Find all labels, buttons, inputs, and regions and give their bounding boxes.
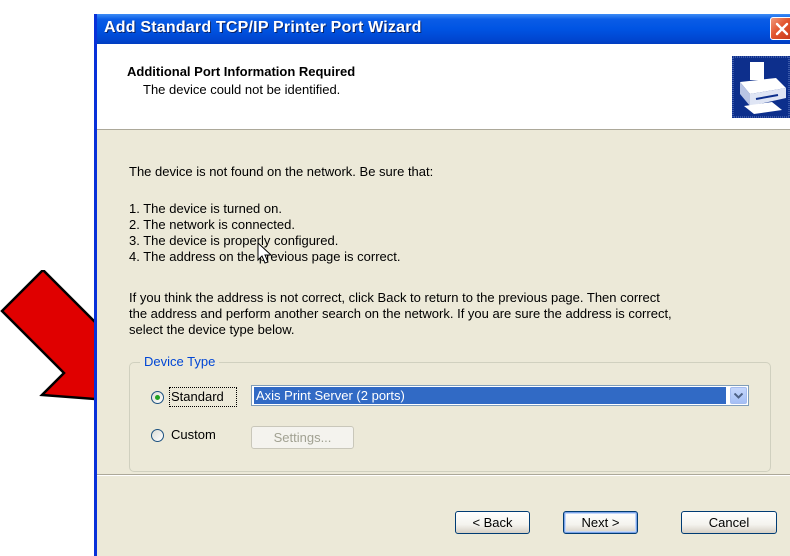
custom-radio[interactable] — [151, 429, 164, 442]
device-type-select[interactable]: Axis Print Server (2 ports) — [251, 385, 749, 406]
window-title: Add Standard TCP/IP Printer Port Wizard — [104, 19, 422, 36]
device-type-legend: Device Type — [140, 354, 220, 369]
radio-selected-dot — [155, 395, 160, 400]
close-icon — [775, 22, 789, 36]
back-button[interactable]: < Back — [455, 511, 530, 534]
device-type-selected-value: Axis Print Server (2 ports) — [254, 387, 726, 404]
footer-divider — [97, 474, 790, 476]
dropdown-button[interactable] — [730, 387, 747, 404]
standard-radio[interactable] — [151, 391, 164, 404]
printer-icon — [732, 56, 790, 118]
standard-label[interactable]: Standard — [171, 389, 224, 405]
device-type-group: Device Type — [129, 354, 771, 472]
mouse-cursor-icon — [257, 242, 273, 264]
settings-button[interactable]: Settings... — [251, 426, 354, 449]
instructions-line: select the device type below. — [129, 322, 295, 337]
checklist-item: 3. The device is properly configured. — [129, 233, 339, 248]
wizard-window: Add Standard TCP/IP Printer Port Wizard … — [94, 14, 790, 556]
intro-text: The device is not found on the network. … — [129, 164, 434, 179]
wizard-content: The device is not found on the network. … — [97, 130, 790, 472]
cancel-button[interactable]: Cancel — [681, 511, 777, 534]
instructions-line: If you think the address is not correct,… — [129, 290, 660, 305]
checklist-item: 1. The device is turned on. — [129, 201, 282, 216]
chevron-down-icon — [734, 393, 743, 399]
instructions-line: the address and perform another search o… — [129, 306, 672, 321]
next-button[interactable]: Next > — [563, 511, 638, 534]
custom-label[interactable]: Custom — [171, 427, 216, 443]
header-title: Additional Port Information Required — [127, 64, 356, 79]
wizard-header: Additional Port Information Required The… — [97, 44, 790, 130]
checklist-item: 2. The network is connected. — [129, 217, 295, 232]
close-button[interactable] — [770, 17, 790, 40]
title-bar[interactable]: Add Standard TCP/IP Printer Port Wizard — [97, 14, 790, 44]
header-subtitle: The device could not be identified. — [143, 82, 341, 97]
